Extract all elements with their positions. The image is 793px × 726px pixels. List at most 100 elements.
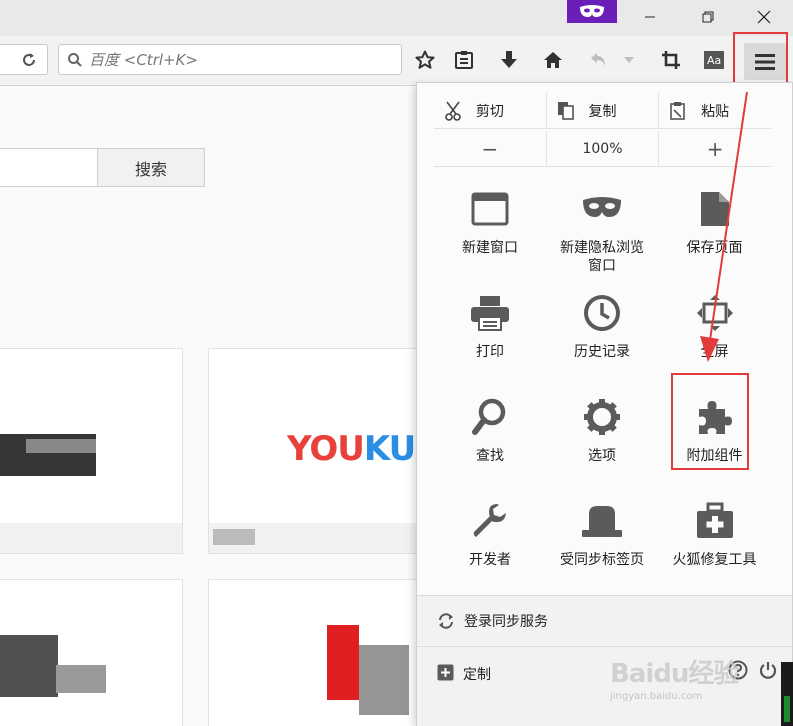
repair-tool-button[interactable]: 火狐修复工具 <box>658 491 771 595</box>
paste-label: 粘贴 <box>701 103 730 120</box>
minimize-button[interactable] <box>628 4 672 30</box>
home-icon <box>544 52 562 68</box>
history-label: 历史记录 <box>574 344 630 360</box>
options-label: 选项 <box>588 448 616 464</box>
site-thumbnail-detail <box>56 665 106 693</box>
page-search-field[interactable] <box>0 148 97 187</box>
new-window-label: 新建窗口 <box>462 240 518 256</box>
repair-kit-icon <box>696 502 733 538</box>
customize-label: 定制 <box>463 667 491 683</box>
edit-controls: 剪切 复制 粘贴 <box>434 93 771 129</box>
sign-in-sync-button[interactable]: 登录同步服务 <box>417 595 792 645</box>
print-button[interactable]: 打印 <box>434 283 546 387</box>
home-button[interactable] <box>538 45 568 75</box>
page-search-button[interactable]: 搜索 <box>97 148 205 187</box>
paste-button[interactable]: 粘贴 <box>659 93 771 128</box>
new-private-window-button[interactable]: 新建隐私浏览 窗口 <box>546 179 658 283</box>
page-search-form: 搜索 <box>0 148 205 187</box>
svg-text:Aa: Aa <box>707 54 721 67</box>
sign-in-sync-label: 登录同步服务 <box>464 613 548 630</box>
reload-icon[interactable] <box>21 52 37 68</box>
baidu-jingyan-watermark: Baidu经验 jingyan.baidu.com <box>580 643 780 718</box>
cut-button[interactable]: 剪切 <box>434 93 547 128</box>
copy-button[interactable]: 复制 <box>547 93 660 128</box>
save-page-label: 保存页面 <box>686 240 743 256</box>
top-site-tile[interactable] <box>0 348 183 554</box>
top-site-tile[interactable] <box>0 579 183 726</box>
top-site-tile[interactable] <box>208 579 423 726</box>
history-dropdown-button[interactable] <box>619 45 639 75</box>
bookmark-star-button[interactable] <box>410 45 440 75</box>
minimize-icon <box>645 16 655 18</box>
side-indicator <box>781 662 793 726</box>
customize-button[interactable] <box>437 664 454 681</box>
options-gear-icon <box>584 399 620 435</box>
zoom-out-button[interactable]: − <box>434 131 547 166</box>
search-bar[interactable] <box>58 44 402 75</box>
restore-button[interactable] <box>686 4 730 30</box>
zoom-controls: − 100% + <box>434 131 771 167</box>
save-page-button[interactable]: 保存页面 <box>658 179 771 283</box>
synced-tabs-label: 受同步标签页 <box>560 552 644 568</box>
print-icon <box>471 296 509 331</box>
downloads-button[interactable] <box>494 45 524 75</box>
developer-label: 开发者 <box>469 552 511 568</box>
undo-arrow-icon <box>591 53 605 66</box>
site-thumbnail-detail <box>26 439 96 453</box>
close-icon <box>757 10 771 24</box>
crop-screenshot-button[interactable] <box>656 45 686 75</box>
new-window-icon <box>471 192 509 226</box>
fullscreen-label: 全屏 <box>700 344 729 360</box>
history-button[interactable]: 历史记录 <box>546 283 658 387</box>
find-label: 查找 <box>476 448 504 464</box>
restore-icon <box>702 11 714 23</box>
back-history-button[interactable] <box>584 45 614 75</box>
scissors-icon <box>445 101 461 121</box>
private-browsing-badge <box>567 0 617 23</box>
tile-title-bar <box>0 523 182 553</box>
save-page-icon <box>700 192 729 226</box>
synced-tabs-icon <box>582 506 622 537</box>
reader-aa-icon: Aa <box>704 51 724 69</box>
sync-icon <box>439 612 453 629</box>
reader-view-button[interactable]: Aa <box>699 45 729 75</box>
download-arrow-icon <box>501 51 517 68</box>
close-window-button[interactable] <box>742 4 786 30</box>
title-bar <box>0 0 793 36</box>
private-mask-icon <box>583 197 621 217</box>
star-icon <box>415 50 435 69</box>
url-bar[interactable] <box>0 44 48 75</box>
new-private-window-label: 新建隐私浏览 窗口 <box>560 240 644 274</box>
search-input[interactable] <box>89 50 389 69</box>
top-site-tile[interactable]: YOUKU <box>208 348 423 554</box>
navigation-toolbar: Aa <box>0 36 793 86</box>
find-magnifier-icon <box>472 398 506 435</box>
site-thumbnail <box>327 625 359 700</box>
developer-button[interactable]: 开发者 <box>434 491 546 595</box>
repair-tool-label: 火狐修复工具 <box>672 552 757 568</box>
synced-tabs-button[interactable]: 受同步标签页 <box>546 491 658 595</box>
bookmarks-list-button[interactable] <box>449 45 479 75</box>
plus-square-icon <box>437 664 454 681</box>
watermark-url: jingyan.baidu.com <box>610 691 703 702</box>
zoom-reset-button[interactable]: 100% <box>547 131 660 166</box>
zoom-in-button[interactable]: + <box>659 131 771 166</box>
chevron-down-icon <box>624 57 634 63</box>
clipboard-list-icon <box>455 51 473 69</box>
print-label: 打印 <box>476 344 504 360</box>
tile-title-bar <box>209 523 422 553</box>
watermark-brand: Baidu经验 <box>610 659 739 689</box>
history-clock-icon <box>584 295 620 331</box>
fullscreen-icon <box>696 295 733 331</box>
site-thumbnail: YOUKU <box>287 429 416 469</box>
site-thumbnail <box>0 635 58 697</box>
find-button[interactable]: 查找 <box>434 387 546 491</box>
private-mask-icon <box>580 4 604 17</box>
options-button[interactable]: 选项 <box>546 387 658 491</box>
fullscreen-button[interactable]: 全屏 <box>658 283 771 387</box>
developer-wrench-icon <box>473 504 506 537</box>
indicator-level <box>784 696 790 722</box>
crop-icon <box>662 51 680 69</box>
new-window-button[interactable]: 新建窗口 <box>434 179 546 283</box>
site-thumbnail-detail <box>359 645 409 715</box>
